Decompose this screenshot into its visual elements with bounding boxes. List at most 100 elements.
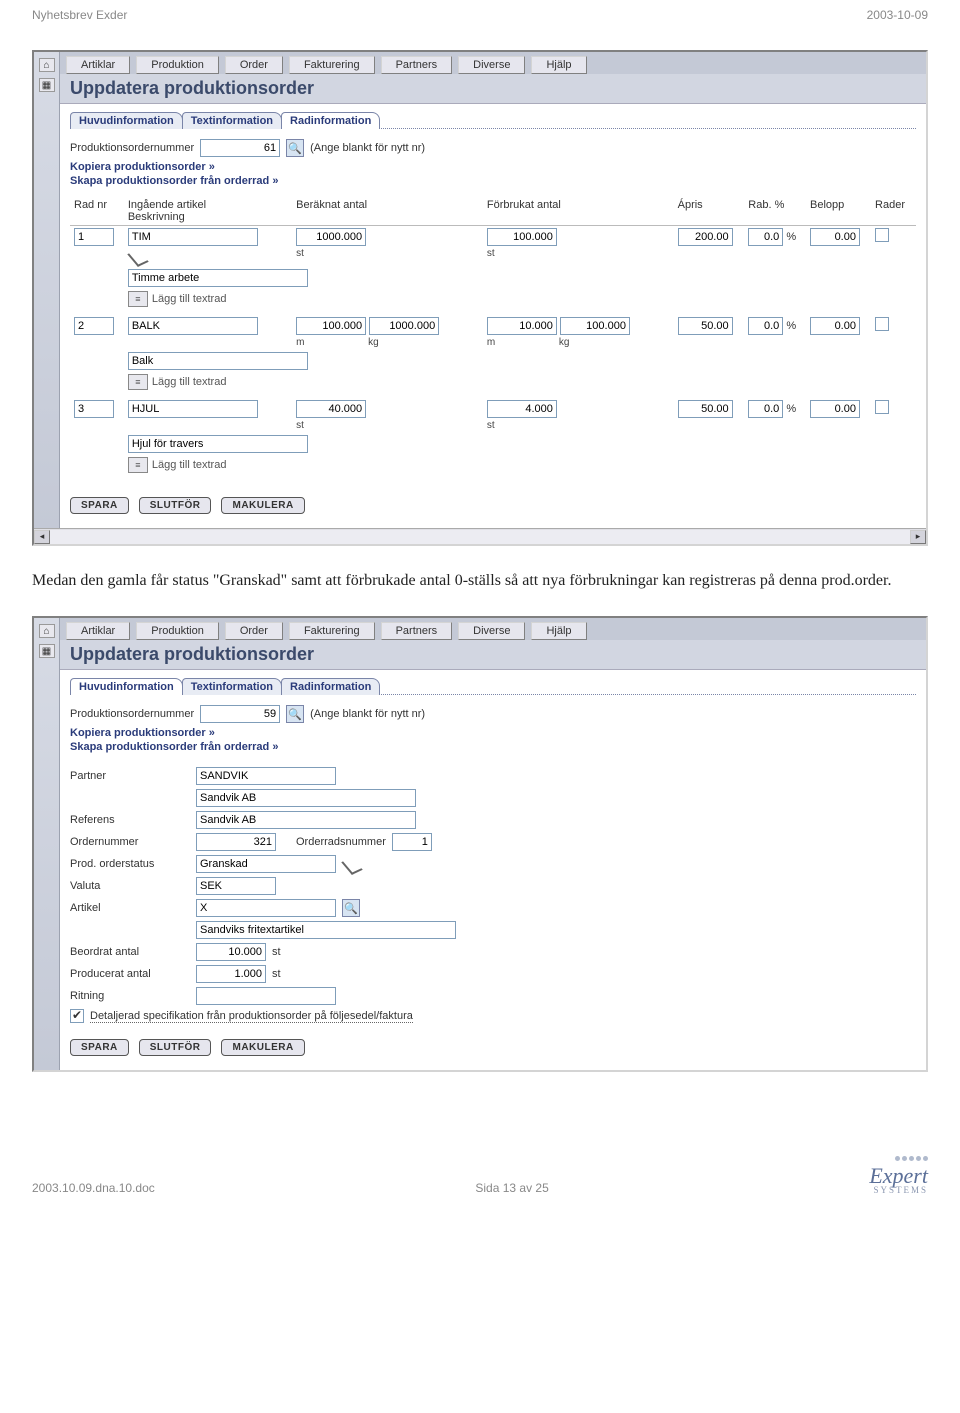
tab-huvudinformation[interactable]: Huvudinformation bbox=[70, 678, 183, 695]
cursor-icon bbox=[128, 248, 144, 262]
textrad-icon[interactable]: ≡ bbox=[128, 291, 148, 307]
beraknat-input[interactable] bbox=[296, 317, 366, 335]
artikel-input[interactable] bbox=[128, 317, 258, 335]
apris-input[interactable] bbox=[678, 400, 733, 418]
beraknat-input[interactable] bbox=[296, 400, 366, 418]
apris-input[interactable] bbox=[678, 317, 733, 335]
menu-order[interactable]: Order bbox=[225, 622, 283, 640]
belopp-input[interactable] bbox=[810, 317, 860, 335]
delete-checkbox[interactable] bbox=[875, 317, 889, 331]
link-create-from-row[interactable]: Skapa produktionsorder från orderrad » bbox=[70, 741, 916, 753]
textrad-label[interactable]: Lägg till textrad bbox=[152, 293, 227, 305]
textrad-icon[interactable]: ≡ bbox=[128, 374, 148, 390]
tab-textinformation[interactable]: Textinformation bbox=[182, 112, 282, 129]
orderradsnummer-input[interactable] bbox=[392, 833, 432, 851]
tab-textinformation[interactable]: Textinformation bbox=[182, 678, 282, 695]
scroll-right-icon[interactable]: ▸ bbox=[910, 530, 926, 544]
menu-produktion[interactable]: Produktion bbox=[136, 56, 219, 74]
spara-button[interactable]: SPARA bbox=[70, 497, 129, 514]
spara-button[interactable]: SPARA bbox=[70, 1039, 129, 1056]
tab-radinformation[interactable]: Radinformation bbox=[281, 112, 380, 129]
beordrat-input[interactable] bbox=[196, 943, 266, 961]
beraknat2-input[interactable] bbox=[369, 317, 439, 335]
screenshot-huvudinformation: ⌂ ▦ Artiklar Produktion Order Fakturerin… bbox=[32, 616, 928, 1072]
tab-huvudinformation[interactable]: Huvudinformation bbox=[70, 112, 183, 129]
menu-diverse[interactable]: Diverse bbox=[458, 56, 525, 74]
forbrukat-input[interactable] bbox=[487, 228, 557, 246]
partner-name-input[interactable] bbox=[196, 789, 416, 807]
rabatt-input[interactable] bbox=[748, 400, 783, 418]
belopp-input[interactable] bbox=[810, 228, 860, 246]
beraknat-input[interactable] bbox=[296, 228, 366, 246]
textrad-label[interactable]: Lägg till textrad bbox=[152, 459, 227, 471]
description-input[interactable] bbox=[128, 435, 308, 453]
link-copy-order[interactable]: Kopiera produktionsorder » bbox=[70, 727, 916, 739]
grid-icon[interactable]: ▦ bbox=[39, 644, 55, 658]
forbrukat2-input[interactable] bbox=[560, 317, 630, 335]
link-create-from-row[interactable]: Skapa produktionsorder från orderrad » bbox=[70, 175, 916, 187]
textrad-label[interactable]: Lägg till textrad bbox=[152, 376, 227, 388]
lookup-icon[interactable]: 🔍 bbox=[286, 139, 304, 157]
menu-diverse[interactable]: Diverse bbox=[458, 622, 525, 640]
belopp-input[interactable] bbox=[810, 400, 860, 418]
pono-hint: (Ange blankt för nytt nr) bbox=[310, 708, 425, 720]
label-referens: Referens bbox=[70, 814, 190, 826]
left-toolbar: ⌂ ▦ bbox=[34, 52, 60, 528]
makulera-button[interactable]: MAKULERA bbox=[221, 497, 304, 514]
radnr-input[interactable] bbox=[74, 228, 114, 246]
menu-partners[interactable]: Partners bbox=[381, 56, 453, 74]
menu-hjalp[interactable]: Hjälp bbox=[531, 622, 586, 640]
ritning-input[interactable] bbox=[196, 987, 336, 1005]
radnr-input[interactable] bbox=[74, 317, 114, 335]
forbrukat-input[interactable] bbox=[487, 400, 557, 418]
radnr-input[interactable] bbox=[74, 400, 114, 418]
scroll-left-icon[interactable]: ◂ bbox=[34, 530, 50, 544]
artikel-code-input[interactable] bbox=[196, 899, 336, 917]
menu-partners[interactable]: Partners bbox=[381, 622, 453, 640]
home-icon[interactable]: ⌂ bbox=[39, 624, 55, 638]
menu-artiklar[interactable]: Artiklar bbox=[66, 56, 130, 74]
tab-radinformation[interactable]: Radinformation bbox=[281, 678, 380, 695]
menu-order[interactable]: Order bbox=[225, 56, 283, 74]
doc-header: Nyhetsbrev Exder 2003-10-09 bbox=[0, 0, 960, 26]
description-input[interactable] bbox=[128, 269, 308, 287]
link-copy-order[interactable]: Kopiera produktionsorder » bbox=[70, 161, 916, 173]
delete-checkbox[interactable] bbox=[875, 400, 889, 414]
delete-checkbox[interactable] bbox=[875, 228, 889, 242]
referens-input[interactable] bbox=[196, 811, 416, 829]
textrad-icon[interactable]: ≡ bbox=[128, 457, 148, 473]
menu-fakturering[interactable]: Fakturering bbox=[289, 56, 375, 74]
ordernummer-input[interactable] bbox=[196, 833, 276, 851]
forbrukat-input[interactable] bbox=[487, 317, 557, 335]
menu-fakturering[interactable]: Fakturering bbox=[289, 622, 375, 640]
pono-input[interactable] bbox=[200, 139, 280, 157]
producerat-input[interactable] bbox=[196, 965, 266, 983]
artikel-input[interactable] bbox=[128, 400, 258, 418]
label-spec-checkbox: Detaljerad specifikation från produktion… bbox=[90, 1010, 413, 1023]
page-title: Uppdatera produktionsorder bbox=[60, 74, 926, 104]
description-input[interactable] bbox=[128, 352, 308, 370]
slutfor-button[interactable]: SLUTFÖR bbox=[139, 497, 212, 514]
pono-input[interactable] bbox=[200, 705, 280, 723]
artikel-name-input[interactable] bbox=[196, 921, 456, 939]
menu-hjalp[interactable]: Hjälp bbox=[531, 56, 586, 74]
label-orderradsnummer: Orderradsnummer bbox=[296, 836, 386, 848]
makulera-button[interactable]: MAKULERA bbox=[221, 1039, 304, 1056]
rabatt-input[interactable] bbox=[748, 228, 783, 246]
home-icon[interactable]: ⌂ bbox=[39, 58, 55, 72]
rabatt-input[interactable] bbox=[748, 317, 783, 335]
lookup-icon[interactable]: 🔍 bbox=[342, 899, 360, 917]
slutfor-button[interactable]: SLUTFÖR bbox=[139, 1039, 212, 1056]
grid-icon[interactable]: ▦ bbox=[39, 78, 55, 92]
horizontal-scrollbar[interactable]: ◂ ▸ bbox=[34, 528, 926, 544]
apris-input[interactable] bbox=[678, 228, 733, 246]
prodstatus-input[interactable] bbox=[196, 855, 336, 873]
partner-code-input[interactable] bbox=[196, 767, 336, 785]
menu-produktion[interactable]: Produktion bbox=[136, 622, 219, 640]
textrad-row: ≡ Lägg till textrad bbox=[70, 289, 916, 309]
menu-artiklar[interactable]: Artiklar bbox=[66, 622, 130, 640]
valuta-input[interactable] bbox=[196, 877, 276, 895]
lookup-icon[interactable]: 🔍 bbox=[286, 705, 304, 723]
spec-checkbox[interactable]: ✔ bbox=[70, 1009, 84, 1023]
artikel-input[interactable] bbox=[128, 228, 258, 246]
